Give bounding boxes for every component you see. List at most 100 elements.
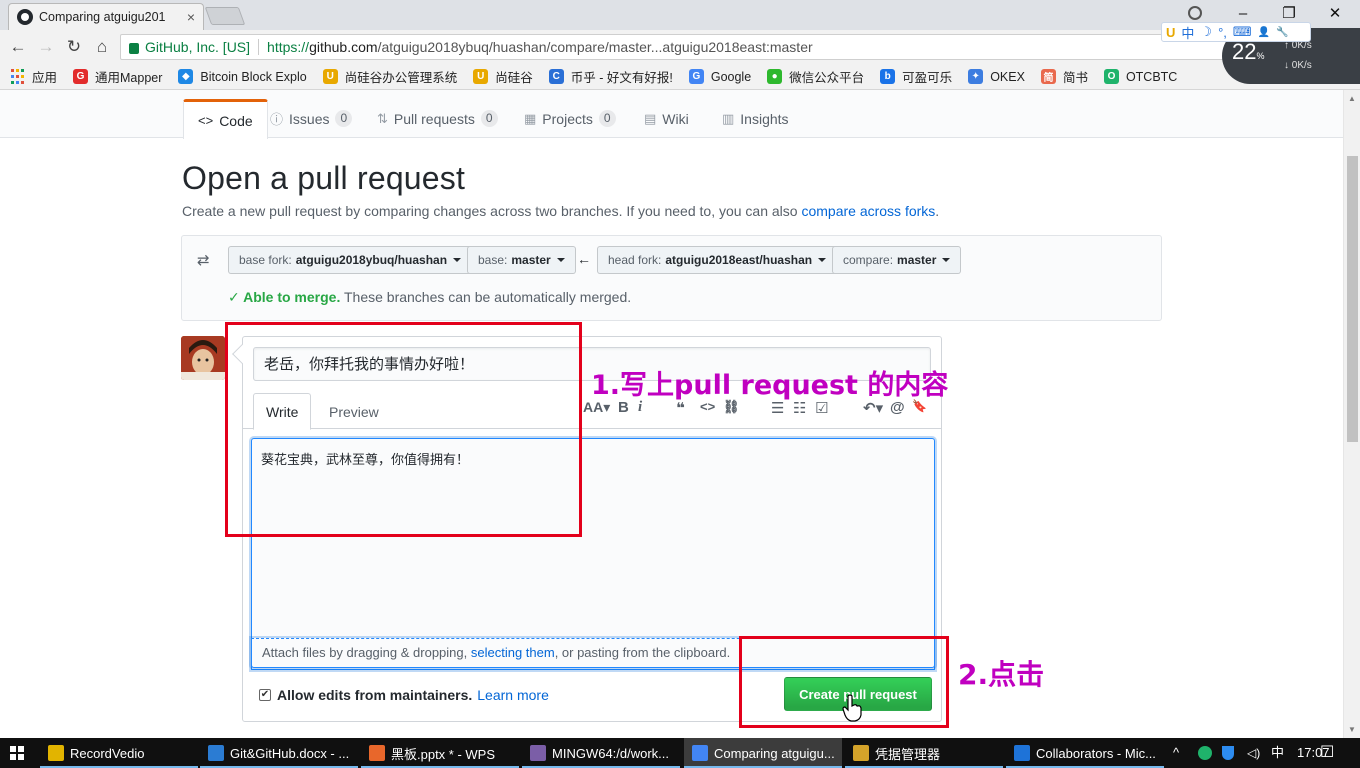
bookmark-item[interactable]: 应用	[10, 67, 57, 86]
bookmark-item[interactable]: ◆ Bitcoin Block Explo	[178, 69, 307, 84]
bookmark-item[interactable]: 简简书	[1040, 67, 1088, 86]
repo-tab-wiki[interactable]: ▤ Wiki	[644, 99, 689, 138]
bookmark-item[interactable]: O OTCBTC	[1103, 69, 1177, 84]
address-divider	[258, 39, 260, 55]
taskbar-item-label: 凭据管理器	[875, 746, 941, 762]
bookmark-icon: ◆	[178, 69, 194, 84]
taskbar-item[interactable]: Collaborators - Mic...	[1006, 738, 1164, 768]
repo-tab-icon: ⓘ	[270, 112, 284, 127]
bookmark-item[interactable]: G 通用Mapper	[73, 67, 162, 86]
cpu-percent-sign: %	[1256, 51, 1265, 61]
forward-button[interactable]: →	[34, 35, 58, 59]
bookmarks-bar: 应用 G 通用Mapper ◆ Bitcoin Block Explo U 尚硅谷办公管理系…	[0, 64, 1360, 90]
scroll-down-icon[interactable]: ▼	[1348, 725, 1356, 734]
repo-tab-counter: 0	[335, 110, 353, 127]
ime-punct-icon[interactable]: °,	[1218, 25, 1227, 40]
repo-tab-counter: 0	[598, 110, 616, 127]
learn-more-link[interactable]: Learn more	[477, 687, 549, 703]
compare-label: compare:	[843, 253, 894, 267]
taskbar-item-label: Comparing atguigu...	[714, 745, 835, 761]
scrollbar-thumb[interactable]	[1347, 156, 1358, 442]
page-scrollbar[interactable]: ▲ ▼	[1343, 90, 1360, 738]
profile-icon[interactable]	[1188, 6, 1202, 20]
base-branch-select[interactable]: base: master	[467, 246, 576, 274]
bookmark-icon: 简	[1040, 69, 1056, 84]
browser-toolbar: ← → ↻ ⌂ GitHub, Inc. [US] https://github…	[0, 30, 1360, 64]
bookmark-item[interactable]: U 尚硅谷办公管理系统	[322, 67, 457, 86]
bookmark-item[interactable]: C 币乎 - 好文有好报!	[548, 67, 673, 86]
base-fork-label: base fork:	[239, 253, 292, 267]
windows-start-icon[interactable]	[10, 746, 24, 760]
taskbar-item-label: MINGW64:/d/work...	[552, 745, 670, 761]
url-host: github.com	[309, 39, 378, 55]
secure-label: GitHub, Inc. [US]	[145, 39, 251, 55]
tab-close-icon[interactable]: ×	[187, 9, 195, 25]
tray-ime-indicator[interactable]: 中	[1271, 738, 1284, 768]
ime-moon-icon[interactable]: ☽	[1200, 24, 1212, 40]
address-bar[interactable]: GitHub, Inc. [US] https://github.com/atg…	[120, 34, 1290, 60]
back-button[interactable]: ←	[6, 35, 30, 59]
bookmark-label: 尚硅谷	[495, 71, 533, 85]
home-button[interactable]: ⌂	[90, 35, 114, 59]
bookmark-item[interactable]: U 尚硅谷	[473, 67, 533, 86]
page-title: Open a pull request	[182, 160, 466, 196]
avatar[interactable]	[181, 336, 225, 380]
ime-logo-icon[interactable]: U	[1166, 25, 1175, 40]
left-arrow-icon: ←	[577, 251, 591, 267]
new-tab-button[interactable]	[204, 7, 246, 25]
bookmark-item[interactable]: ✦ OKEX	[968, 69, 1025, 84]
taskbar-app-icon	[1014, 745, 1030, 761]
ime-user-icon[interactable]: 👤	[1258, 27, 1270, 38]
bookmark-icon: ●	[767, 69, 783, 84]
download-speed: ↓ 0K/s	[1284, 60, 1312, 71]
taskbar-app-icon	[48, 745, 64, 761]
taskbar-item[interactable]: Comparing atguigu...	[684, 738, 842, 768]
compare-across-forks-link[interactable]: compare across forks	[801, 203, 935, 219]
head-fork-select[interactable]: head fork: atguigu2018east/huashan	[597, 246, 838, 274]
allow-edits-checkbox[interactable]: ✔	[259, 689, 271, 701]
reload-button[interactable]: ↻	[62, 35, 86, 59]
base-fork-select[interactable]: base fork: atguigu2018ybuq/huashan	[228, 246, 473, 274]
repo-tab-pull-requests[interactable]: ⇅ Pull requests 0	[377, 99, 498, 138]
annotation-box-button	[739, 636, 949, 728]
scroll-up-icon[interactable]: ▲	[1348, 94, 1356, 103]
bookmark-item[interactable]: G Google	[688, 69, 751, 84]
tray-shield-icon[interactable]	[1222, 746, 1234, 760]
ime-wrench-icon[interactable]: 🔧	[1276, 27, 1288, 38]
caret-down-icon	[453, 258, 462, 262]
taskbar-item-label: Git&GitHub.docx - ...	[230, 745, 350, 761]
taskbar-item[interactable]: MINGW64:/d/work...	[522, 738, 680, 768]
repo-tab-issues[interactable]: ⓘ Issues 0	[270, 99, 353, 138]
taskbar-item[interactable]: RecordVedio	[40, 738, 198, 768]
repo-tab-projects[interactable]: ▦ Projects 0	[524, 99, 616, 138]
merge-status: ✓ Able to merge. These branches can be a…	[228, 289, 631, 306]
tab-comparing[interactable]: Comparing atguigu201 ×	[8, 3, 204, 30]
compare-branch-select[interactable]: compare: master	[832, 246, 962, 274]
taskbar-item[interactable]: 凭据管理器	[845, 738, 1003, 768]
bookmark-item[interactable]: ● 微信公众平台	[767, 67, 864, 86]
taskbar-item[interactable]: 黑板.pptx * - WPS	[361, 738, 519, 768]
description-text: Create a new pull request by comparing c…	[182, 203, 802, 219]
selecting-them-link[interactable]: selecting them	[471, 645, 555, 660]
tray-volume-icon[interactable]: ◁)	[1247, 738, 1260, 768]
close-window-button[interactable]: ✕	[1312, 0, 1358, 30]
tray-app-icon[interactable]	[1198, 746, 1212, 760]
ime-keyboard-icon[interactable]: ⌨	[1233, 24, 1252, 40]
taskbar-item[interactable]: Git&GitHub.docx - ...	[200, 738, 358, 768]
ime-lang[interactable]: 中	[1181, 23, 1194, 42]
repo-tab-icon: ⇅	[377, 110, 388, 126]
bookmark-item[interactable]: b 可盈可乐	[880, 67, 952, 86]
tray-chevron-icon[interactable]: ^	[1173, 738, 1179, 768]
able-to-merge: ✓ Able to merge.	[228, 289, 341, 305]
tab-title: Comparing atguigu201	[39, 10, 166, 24]
github-page: <> Code ⓘ Issues 0 ⇅ Pull requests 0 ▦ Projects 0 ▤…	[0, 90, 1343, 738]
bookmark-icon: G	[73, 69, 89, 84]
repo-tab-icon: ▤	[644, 110, 657, 126]
base-fork-value: atguigu2018ybuq/huashan	[295, 253, 448, 267]
notification-icon[interactable]: ☐	[1320, 738, 1334, 768]
repo-tab-code[interactable]: <> Code	[183, 99, 268, 139]
bookmark-label: Bitcoin Block Explo	[200, 69, 307, 84]
url-text: https://github.com/atguigu2018ybuq/huash…	[267, 39, 813, 55]
repo-tab-insights[interactable]: ▥ Insights	[722, 99, 789, 138]
description-end: .	[935, 203, 940, 219]
